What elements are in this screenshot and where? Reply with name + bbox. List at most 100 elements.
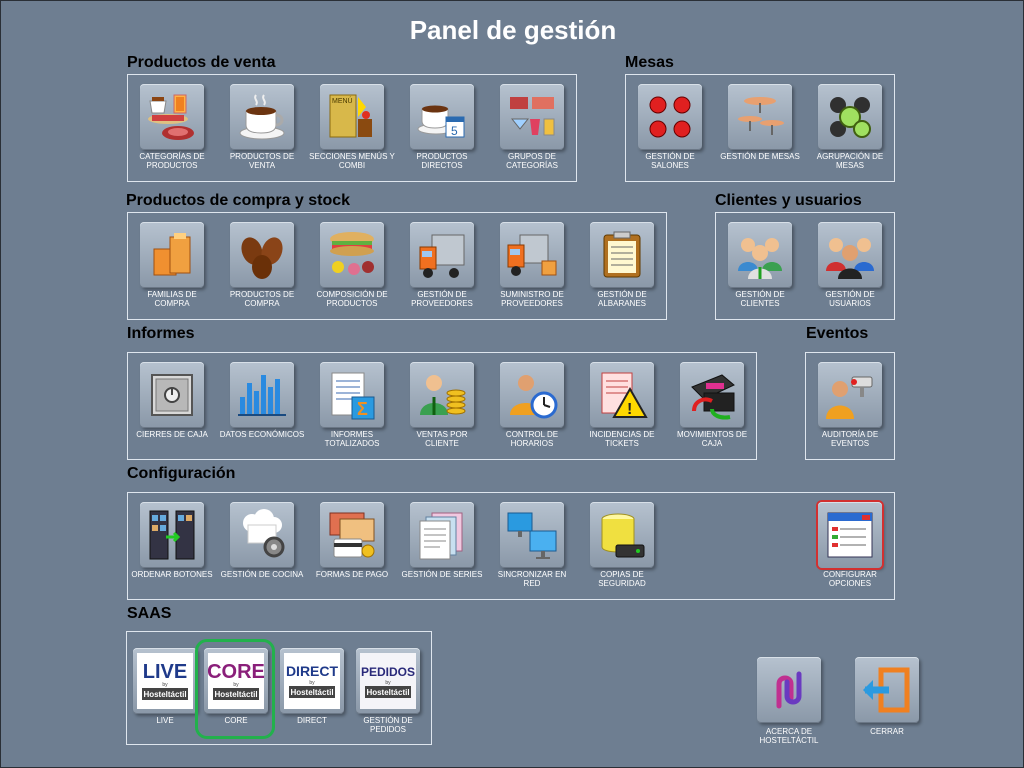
live-logo-word: LIVE <box>143 661 187 683</box>
tile-direct[interactable]: DIRECT by Hosteltáctil DIRECT <box>269 648 355 742</box>
agrupacion-mesas-button[interactable] <box>818 84 882 150</box>
gestion-pedidos-button[interactable]: PEDIDOS by Hosteltáctil <box>356 648 420 714</box>
section-title-configuracion: Configuración <box>127 465 236 482</box>
gestion-albaranes-button[interactable] <box>590 222 654 288</box>
tile-sincronizar-red[interactable]: SINCRONIZAR EN RED <box>489 502 575 596</box>
tile-label: PRODUCTOS DE COMPRA <box>229 290 295 308</box>
direct-logo: DIRECT by Hosteltáctil <box>284 653 340 709</box>
tile-movimientos-caja[interactable]: MOVIMIENTOS DE CAJA <box>669 362 755 456</box>
section-title-productos-venta: Productos de venta <box>127 54 276 71</box>
tile-datos-economicos[interactable]: DATOS ECONÓMICOS <box>219 362 305 456</box>
movimientos-caja-button[interactable] <box>680 362 744 428</box>
tile-auditoria-eventos[interactable]: AUDITORÍA DE EVENTOS <box>807 362 893 456</box>
live-button[interactable]: LIVE by Hosteltáctil <box>133 648 197 714</box>
tile-grupos-categorias[interactable]: GRUPOS DE CATEGORÍAS <box>489 84 575 178</box>
tile-gestion-usuarios[interactable]: GESTIÓN DE USUARIOS <box>807 222 893 316</box>
acerca-button[interactable] <box>757 657 821 723</box>
auditoria-eventos-button[interactable] <box>818 362 882 428</box>
tile-ventas-cliente[interactable]: VENTAS POR CLIENTE <box>399 362 485 456</box>
tile-incidencias-tickets[interactable]: ! INCIDENCIAS DE TICKETS <box>579 362 665 456</box>
camera-person-icon <box>826 376 873 419</box>
tile-label: CATEGORÍAS DE PRODUCTOS <box>139 152 205 170</box>
tile-label: FORMAS DE PAGO <box>315 570 389 579</box>
categorias-productos-button[interactable] <box>140 84 204 150</box>
cierres-caja-button[interactable] <box>140 362 204 428</box>
tile-copias-seguridad[interactable]: COPIAS DE SEGURIDAD <box>579 502 665 596</box>
tile-gestion-proveedores[interactable]: GESTIÓN DE PROVEEDORES <box>399 222 485 316</box>
category-groups-icon <box>510 97 555 136</box>
tile-categorias-productos[interactable]: CATEGORÍAS DE PRODUCTOS <box>129 84 215 178</box>
tile-gestion-series[interactable]: GESTIÓN DE SERIES <box>399 502 485 596</box>
pedidos-logo-brand: Hosteltáctil <box>366 688 409 697</box>
tile-gestion-cocina[interactable]: GESTIÓN DE COCINA <box>219 502 305 596</box>
tile-agrupacion-mesas[interactable]: AGRUPACIÓN DE MESAS <box>807 84 893 178</box>
tile-label: GESTIÓN DE COCINA <box>220 570 304 579</box>
tile-informes-totalizados[interactable]: Σ INFORMES TOTALIZADOS <box>309 362 395 456</box>
coffee-beans-icon <box>241 237 283 279</box>
tile-gestion-clientes[interactable]: GESTIÓN DE CLIENTES <box>717 222 803 316</box>
productos-directos-button[interactable]: 5 <box>410 84 474 150</box>
bar-chart-icon <box>238 375 286 416</box>
gestion-usuarios-button[interactable] <box>818 222 882 288</box>
tile-label: CONTROL DE HORARIOS <box>505 430 559 448</box>
tile-label: SECCIONES MENÚS Y COMBI <box>309 152 395 170</box>
direct-logo-word: DIRECT <box>286 663 339 679</box>
tile-composicion-productos[interactable]: COMPOSICIÓN DE PRODUCTOS <box>309 222 395 316</box>
suministro-proveedores-button[interactable] <box>500 222 564 288</box>
tile-gestion-mesas[interactable]: GESTIÓN DE MESAS <box>717 84 803 178</box>
tile-gestion-salones[interactable]: GESTIÓN DE SALONES <box>627 84 713 178</box>
secciones-menus-button[interactable]: MENÚ <box>320 84 384 150</box>
direct-button[interactable]: DIRECT by Hosteltáctil <box>280 648 344 714</box>
tile-formas-pago[interactable]: FORMAS DE PAGO <box>309 502 395 596</box>
configurar-opciones-button[interactable] <box>818 502 882 568</box>
control-horarios-button[interactable] <box>500 362 564 428</box>
tile-suministro-proveedores[interactable]: SUMINISTRO DE PROVEEDORES <box>489 222 575 316</box>
gestion-cocina-button[interactable] <box>230 502 294 568</box>
gestion-mesas-button[interactable] <box>728 84 792 150</box>
client-coins-icon <box>420 375 466 415</box>
tile-control-horarios[interactable]: CONTROL DE HORARIOS <box>489 362 575 456</box>
tile-familias-compra[interactable]: FAMILIAS DE COMPRA <box>129 222 215 316</box>
tile-gestion-albaranes[interactable]: GESTIÓN DE ALBARANES <box>579 222 665 316</box>
familias-compra-button[interactable] <box>140 222 204 288</box>
tile-ordenar-botones[interactable]: ORDENAR BOTONES <box>129 502 215 596</box>
sincronizar-red-button[interactable] <box>500 502 564 568</box>
datos-economicos-button[interactable] <box>230 362 294 428</box>
tile-label: GRUPOS DE CATEGORÍAS <box>506 152 558 170</box>
tile-label: GESTIÓN DE SERIES <box>401 570 483 579</box>
tile-label: DIRECT <box>297 716 327 725</box>
productos-venta-button[interactable] <box>230 84 294 150</box>
copias-seguridad-button[interactable] <box>590 502 654 568</box>
tile-label: PRODUCTOS DE VENTA <box>229 152 295 170</box>
direct-logo-brand: Hosteltáctil <box>290 688 333 697</box>
tile-acerca-hosteltactil[interactable]: ACERCA DE HOSTELTÁCTIL <box>746 657 832 751</box>
cerrar-button[interactable] <box>855 657 919 723</box>
gestion-proveedores-button[interactable] <box>410 222 474 288</box>
tile-productos-compra[interactable]: PRODUCTOS DE COMPRA <box>219 222 305 316</box>
users-icon <box>826 238 874 279</box>
gestion-salones-button[interactable] <box>638 84 702 150</box>
tile-cierres-caja[interactable]: CIERRES DE CAJA <box>129 362 215 456</box>
tile-cerrar[interactable]: CERRAR <box>844 657 930 751</box>
grupos-categorias-button[interactable] <box>500 84 564 150</box>
tile-configurar-opciones[interactable]: CONFIGURAR OPCIONES <box>807 502 893 596</box>
section-title-clientes: Clientes y usuarios <box>715 192 862 209</box>
tile-label: GESTIÓN DE ALBARANES <box>597 290 647 308</box>
tile-gestion-pedidos[interactable]: PEDIDOS by Hosteltáctil GESTIÓN DE PEDID… <box>345 648 431 742</box>
ventas-cliente-button[interactable] <box>410 362 474 428</box>
tile-label: VENTAS POR CLIENTE <box>416 430 468 448</box>
ordenar-botones-button[interactable] <box>140 502 204 568</box>
tile-label: AUDITORÍA DE EVENTOS <box>821 430 879 448</box>
tile-secciones-menus[interactable]: MENÚ SECCIONES MENÚS Y COMBI <box>309 84 395 178</box>
tile-label: INCIDENCIAS DE TICKETS <box>589 430 655 448</box>
informes-totalizados-button[interactable]: Σ <box>320 362 384 428</box>
gestion-clientes-button[interactable] <box>728 222 792 288</box>
gestion-series-button[interactable] <box>410 502 474 568</box>
tile-productos-venta[interactable]: PRODUCTOS DE VENTA <box>219 84 305 178</box>
formas-pago-button[interactable] <box>320 502 384 568</box>
tile-productos-directos[interactable]: 5 PRODUCTOS DIRECTOS <box>399 84 485 178</box>
composicion-productos-button[interactable] <box>320 222 384 288</box>
productos-compra-button[interactable] <box>230 222 294 288</box>
tile-label: CIERRES DE CAJA <box>136 430 208 439</box>
incidencias-tickets-button[interactable]: ! <box>590 362 654 428</box>
